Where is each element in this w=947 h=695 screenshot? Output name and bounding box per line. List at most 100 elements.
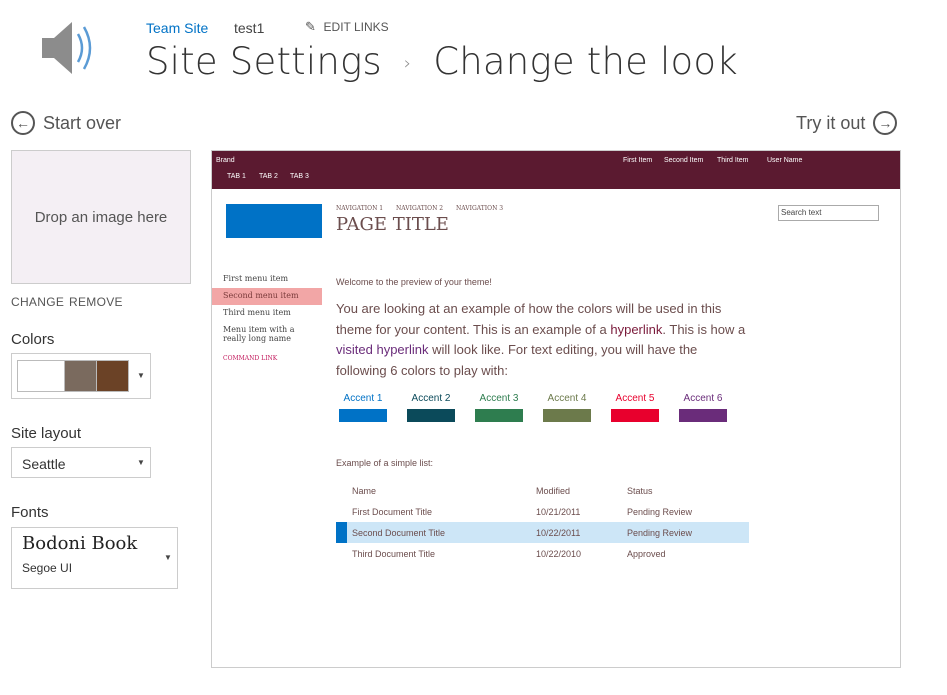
title-site-settings[interactable]: Site Settings xyxy=(146,40,382,83)
preview-paragraph-line: visited hyperlink will look like. For te… xyxy=(336,340,756,361)
title-separator-icon: › xyxy=(403,53,412,74)
row-selection-indicator xyxy=(336,522,347,543)
chevron-down-icon: ▼ xyxy=(137,371,145,380)
preview-text: will look like. For text editing, you wi… xyxy=(428,342,698,357)
page-title: Site Settings › Change the look xyxy=(146,40,738,83)
preview-paragraph-line: theme for your content. This is an examp… xyxy=(336,320,756,341)
row-name: Third Document Title xyxy=(352,548,436,559)
preview-brand: Brand xyxy=(216,157,235,164)
site-layout-value: Seattle xyxy=(22,456,66,472)
color-palette-preview xyxy=(17,360,129,392)
try-it-out-label: Try it out xyxy=(796,112,866,133)
body-font-name: Segoe UI xyxy=(22,561,73,575)
accent-label: Accent 5 xyxy=(615,393,655,404)
row-status: Pending Review xyxy=(627,506,693,517)
start-over-button[interactable]: ← Start over xyxy=(11,111,121,135)
preview-document-table: Name Modified Status First Document Titl… xyxy=(336,481,749,564)
chevron-down-icon: ▼ xyxy=(164,553,172,562)
accent-item: Accent 3 xyxy=(475,393,523,422)
preview-search-placeholder: Search text xyxy=(781,208,822,217)
preview-command-link: COMMAND LINK xyxy=(223,355,278,362)
preview-menu-item-line: really long name xyxy=(223,334,291,343)
preview-text: theme for your content. This is an examp… xyxy=(336,321,611,337)
site-logo-icon xyxy=(40,18,100,78)
start-over-label: Start over xyxy=(43,112,122,133)
heading-font-name: Bodoni Book xyxy=(22,533,138,554)
preview-table-header: Name Modified Status xyxy=(336,481,749,501)
column-header-name: Name xyxy=(352,486,377,496)
accent-swatch xyxy=(543,409,591,422)
accent-label: Accent 4 xyxy=(547,393,587,404)
preview-top-item: Third Item xyxy=(717,157,749,164)
image-drop-zone[interactable]: Drop an image here xyxy=(11,150,191,284)
preview-nav-link: NAVIGATION 1 xyxy=(336,205,384,212)
preview-left-menu: First menu item Second menu item Third m… xyxy=(212,271,322,362)
accent-label: Accent 1 xyxy=(343,393,383,404)
arrow-left-circle-icon: ← xyxy=(11,111,35,135)
remove-image-link[interactable]: REMOVE xyxy=(69,295,123,309)
theme-preview: Brand TAB 1 TAB 2 TAB 3 First Item Secon… xyxy=(211,150,901,668)
breadcrumb-test1[interactable]: test1 xyxy=(234,20,264,36)
site-layout-dropdown[interactable]: Seattle ▼ xyxy=(11,447,151,478)
edit-links-button[interactable]: ✎ EDIT LINKS xyxy=(305,19,389,35)
title-change-look: Change the look xyxy=(433,40,738,83)
row-modified: 10/22/2011 xyxy=(536,527,581,538)
preview-search-box: Search text xyxy=(778,205,879,221)
accent-swatch xyxy=(407,409,455,422)
preview-page-title: PAGE TITLE xyxy=(336,214,449,235)
row-name: First Document Title xyxy=(352,506,433,517)
preview-visited-hyperlink: visited hyperlink xyxy=(336,342,429,357)
row-status: Pending Review xyxy=(627,527,693,538)
preview-menu-item: Third menu item xyxy=(223,308,291,317)
fonts-dropdown[interactable]: Bodoni Book Segoe UI ▼ xyxy=(11,527,178,589)
preview-top-item: First Item xyxy=(623,157,653,164)
preview-tab: TAB 3 xyxy=(290,173,309,180)
chevron-down-icon: ▼ xyxy=(137,458,145,467)
try-it-out-button[interactable]: Try it out → xyxy=(796,111,898,135)
color-swatch xyxy=(18,361,66,391)
pencil-icon: ✎ xyxy=(305,19,316,34)
preview-welcome: Welcome to the preview of your theme! xyxy=(336,277,492,287)
preview-hyperlink: hyperlink xyxy=(610,321,663,337)
preview-nav-link: NAVIGATION 2 xyxy=(396,205,444,212)
row-status: Approved xyxy=(627,548,666,559)
table-row-selected: Second Document Title 10/22/2011 Pending… xyxy=(336,522,749,543)
colors-dropdown[interactable]: ▼ xyxy=(11,353,151,399)
preview-paragraph-line: You are looking at an example of how the… xyxy=(336,301,722,316)
preview-paragraph-line: following 6 colors to play with: xyxy=(336,362,508,378)
preview-menu-item-selected: Second menu item xyxy=(212,288,322,305)
edit-links-label: EDIT LINKS xyxy=(323,20,389,34)
preview-user-name: User Name xyxy=(767,157,803,164)
accent-item: Accent 5 xyxy=(611,393,659,422)
color-swatch xyxy=(65,361,98,391)
table-row: First Document Title 10/21/2011 Pending … xyxy=(336,501,749,522)
color-swatch xyxy=(97,361,128,391)
accent-label: Accent 2 xyxy=(411,393,451,404)
accent-swatch xyxy=(339,409,387,422)
accent-item: Accent 1 xyxy=(339,393,387,422)
accent-item: Accent 4 xyxy=(543,393,591,422)
column-header-status: Status xyxy=(627,486,653,496)
preview-text: . This is how a xyxy=(662,321,746,337)
table-row: Third Document Title 10/22/2010 Approved xyxy=(336,543,749,564)
preview-list-caption: Example of a simple list: xyxy=(336,458,434,468)
preview-top-item: Second Item xyxy=(664,157,704,164)
breadcrumb-team-site[interactable]: Team Site xyxy=(146,20,208,36)
site-layout-label: Site layout xyxy=(11,425,82,442)
accent-item: Accent 6 xyxy=(679,393,727,422)
row-modified: 10/21/2011 xyxy=(536,506,581,517)
fonts-label: Fonts xyxy=(11,504,49,521)
preview-menu-item: Menu item with a really long name xyxy=(212,322,322,343)
preview-paragraph: You are looking at an example of how the… xyxy=(336,299,756,381)
accent-swatch xyxy=(611,409,659,422)
preview-menu-item: First menu item xyxy=(223,274,289,283)
preview-tab: TAB 1 xyxy=(227,173,246,180)
change-image-link[interactable]: CHANGE xyxy=(11,295,64,309)
accent-item: Accent 2 xyxy=(407,393,455,422)
preview-accent-list: Accent 1 Accent 2 Accent 3 Accent 4 Accent 5… xyxy=(339,393,727,422)
column-header-modified: Modified xyxy=(536,486,571,496)
accent-swatch xyxy=(679,409,727,422)
colors-label: Colors xyxy=(11,331,55,348)
accent-label: Accent 3 xyxy=(479,393,519,404)
drop-zone-text: Drop an image here xyxy=(34,208,168,226)
